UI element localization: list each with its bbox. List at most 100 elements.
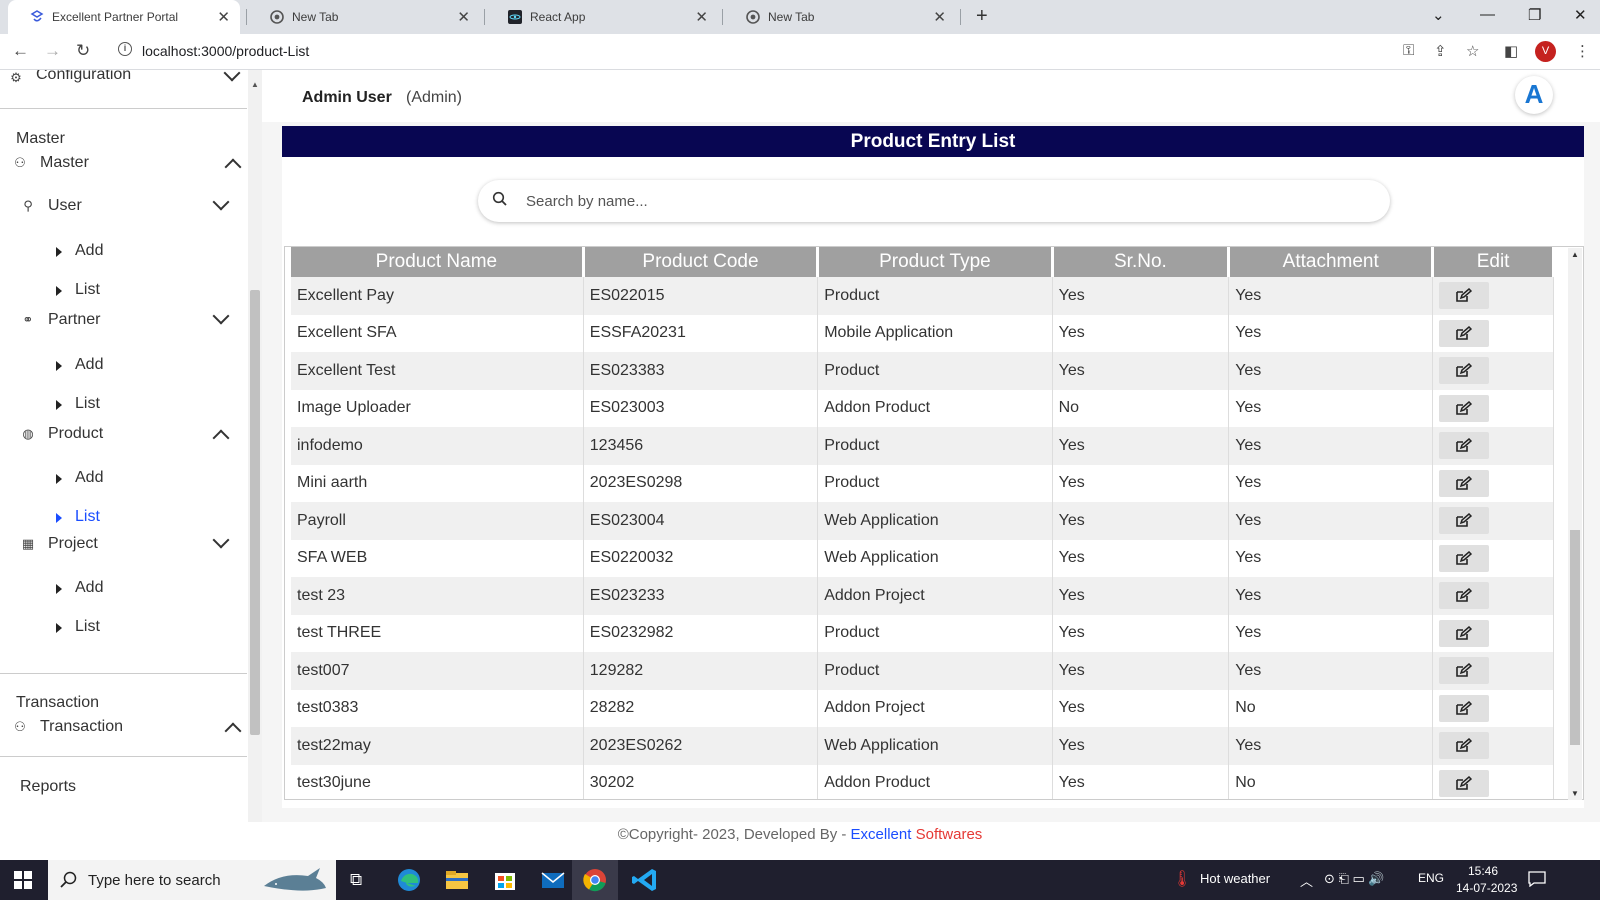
sidebar-sub-partner-add[interactable]: Add [75,356,103,374]
tab-excellent-partner-portal[interactable]: Excellent Partner Portal ✕ [8,0,240,34]
weather-text[interactable]: Hot weather [1200,871,1270,886]
taskbar-search-placeholder: Type here to search [88,872,221,889]
edit-button[interactable] [1439,657,1490,685]
chevron-down-icon[interactable] [212,193,230,211]
cell-edit [1432,464,1554,502]
sidebar-item-configuration[interactable]: Configuration [36,70,131,84]
column-header-product-name[interactable]: Product Name [291,247,585,277]
table-scrollbar-thumb[interactable] [1570,530,1580,745]
sidebar-sub-partner-list[interactable]: List [75,395,100,413]
vscode-icon[interactable] [628,864,662,896]
mail-icon[interactable] [536,864,570,896]
sidebar-item-project[interactable]: Project [48,535,98,553]
notification-center-icon[interactable] [1528,871,1546,887]
site-info-icon[interactable]: i [118,42,132,56]
browser-menu-icon[interactable]: ⋮ [1575,42,1590,60]
column-header-product-type[interactable]: Product Type [817,247,1054,277]
url-field[interactable]: localhost:3000/product-List [142,43,309,59]
sidebar-item-product[interactable]: Product [48,425,103,443]
scroll-up-arrow-icon[interactable]: ▲ [251,80,259,89]
chevron-down-icon[interactable] [223,70,241,82]
footer-brand-suffix[interactable]: Softwares [916,826,983,843]
sidebar-sub-product-list-active[interactable]: List [75,508,100,526]
edit-button[interactable] [1439,544,1490,572]
tab-new-tab-2[interactable]: New Tab ✕ [724,0,956,34]
reload-button[interactable]: ↻ [76,41,90,61]
edit-pencil-icon [1456,625,1473,640]
chrome-icon[interactable] [578,864,612,896]
minimize-button[interactable]: — [1480,6,1495,23]
profile-avatar[interactable]: V [1535,41,1556,62]
sidebar-group-transaction[interactable]: Transaction [40,718,123,736]
language-indicator[interactable]: ENG [1418,871,1444,885]
sidebar-sub-user-list[interactable]: List [75,281,100,299]
sidebar-group-master[interactable]: Master [40,154,89,172]
share-icon[interactable]: ⇪ [1434,42,1447,60]
restore-button[interactable]: ❐ [1528,6,1541,24]
windows-start-icon[interactable] [14,871,32,889]
sidebar-sub-project-add[interactable]: Add [75,579,103,597]
handshake-icon: ⚭ [22,312,34,327]
close-tab-icon[interactable]: ✕ [217,8,230,26]
chevron-down-icon[interactable] [212,531,230,549]
edge-browser-icon[interactable] [392,864,426,896]
chevron-up-icon[interactable] [212,429,230,447]
column-header-attachment[interactable]: Attachment [1228,247,1435,277]
table-row: Image Uploader ES023003 Addon Product No Yes [291,389,1554,427]
sidebar-item-user[interactable]: User [48,197,82,215]
caret-right-icon [56,286,62,296]
close-tab-icon[interactable]: ✕ [933,8,946,26]
microsoft-store-icon[interactable] [488,864,522,896]
edit-button[interactable] [1439,469,1490,497]
tab-search-icon[interactable]: ⌄ [1432,6,1445,24]
edit-button[interactable] [1439,432,1490,460]
scroll-up-arrow-icon[interactable]: ▲ [1571,250,1579,259]
edit-button[interactable] [1439,507,1490,535]
back-button[interactable]: ← [12,41,29,61]
tab-react-app[interactable]: React App ✕ [486,0,718,34]
file-explorer-icon[interactable] [440,864,474,896]
edit-button[interactable] [1439,732,1490,760]
edit-pencil-icon [1456,663,1473,678]
edit-button[interactable] [1439,769,1490,797]
close-tab-icon[interactable]: ✕ [457,8,470,26]
search-input[interactable] [526,191,1346,211]
chrome-favicon-icon [270,10,284,24]
forward-button[interactable]: → [44,41,61,61]
chevron-up-icon[interactable] [224,722,242,740]
sidebar-sub-product-add[interactable]: Add [75,469,103,487]
edit-button[interactable] [1439,619,1490,647]
edit-button[interactable] [1439,357,1490,385]
password-key-icon[interactable]: ⚿ [1403,42,1414,59]
edit-button[interactable] [1439,582,1490,610]
sidebar-scrollbar-thumb[interactable] [250,290,260,735]
edit-button[interactable] [1439,394,1490,422]
sidebar-item-reports[interactable]: Reports [20,778,76,796]
chevron-down-icon[interactable] [212,307,230,325]
edit-button[interactable] [1439,694,1490,722]
clock-date[interactable]: 14-07-2023 [1456,881,1517,895]
footer-brand-link[interactable]: Excellent [851,826,912,843]
close-window-button[interactable]: ✕ [1574,6,1587,24]
tray-system-icons[interactable]: ⊙ ⎗ ▭ 🔊 [1324,871,1385,887]
column-header-product-code[interactable]: Product Code [583,247,820,277]
task-view-icon[interactable]: ⧉ [350,870,362,890]
chevron-up-icon[interactable] [224,158,242,176]
user-avatar[interactable]: A [1515,76,1553,114]
new-tab-button[interactable]: + [976,5,988,28]
sidebar-sub-project-list[interactable]: List [75,618,100,636]
bookmark-star-icon[interactable]: ☆ [1466,42,1479,60]
edit-button[interactable] [1439,282,1490,310]
tab-new-tab-1[interactable]: New Tab ✕ [248,0,480,34]
tray-overflow-icon[interactable]: ︿ [1300,871,1313,890]
side-panel-icon[interactable]: ◧ [1504,42,1518,60]
scroll-down-arrow-icon[interactable]: ▼ [1571,789,1579,798]
sidebar-sub-user-add[interactable]: Add [75,242,103,260]
clock-time[interactable]: 15:46 [1468,864,1498,878]
close-tab-icon[interactable]: ✕ [695,8,708,26]
column-header-sr-no[interactable]: Sr.No. [1052,247,1231,277]
edit-button[interactable] [1439,319,1490,347]
sidebar-item-partner[interactable]: Partner [48,311,100,329]
tab-title: Excellent Partner Portal [52,10,179,24]
cell-sr-no: Yes [1052,689,1230,727]
